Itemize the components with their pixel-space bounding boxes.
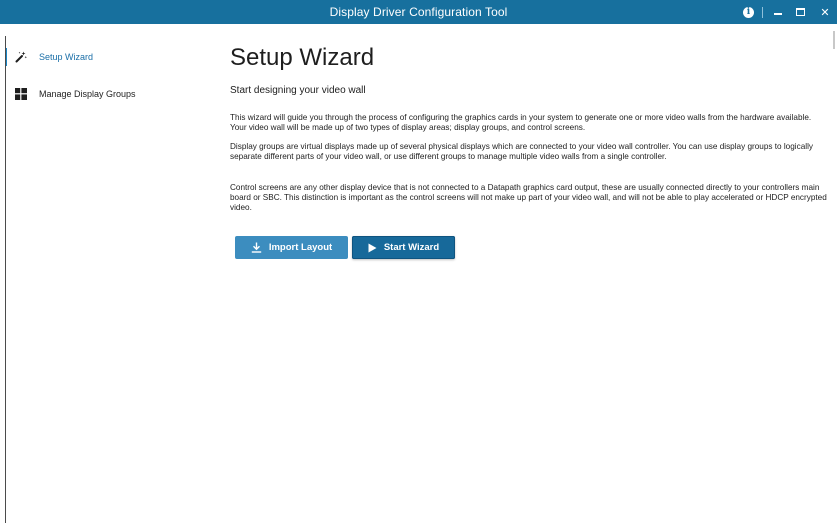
window-title: Display Driver Configuration Tool xyxy=(329,5,508,19)
minimize-icon xyxy=(774,13,782,15)
sidebar-item-manage-display-groups[interactable]: Manage Display Groups xyxy=(0,83,214,105)
start-wizard-button[interactable]: Start Wizard xyxy=(352,236,455,259)
info-icon[interactable]: i xyxy=(743,6,754,18)
close-button[interactable]: ✕ xyxy=(815,0,829,24)
download-icon xyxy=(251,242,262,253)
scrollbar-thumb[interactable] xyxy=(833,31,835,49)
control-screens-paragraph: Control screens are any other display de… xyxy=(230,183,827,212)
play-icon xyxy=(368,243,377,253)
title-bar: Display Driver Configuration Tool i ✕ xyxy=(0,0,837,24)
intro-paragraph: This wizard will guide you through the p… xyxy=(230,113,812,132)
start-wizard-label: Start Wizard xyxy=(383,242,440,253)
controls-divider xyxy=(762,6,763,18)
close-icon: ✕ xyxy=(820,6,830,19)
display-groups-paragraph: Display groups are virtual displays made… xyxy=(230,142,813,161)
grid-icon xyxy=(15,88,27,100)
import-layout-label: Import Layout xyxy=(268,242,333,253)
window-controls: i ✕ xyxy=(743,0,837,24)
maximize-button[interactable] xyxy=(793,0,807,24)
sidebar: Setup Wizard Manage Display Groups xyxy=(0,24,214,523)
minimize-button[interactable] xyxy=(771,0,785,24)
import-layout-button[interactable]: Import Layout xyxy=(235,236,348,259)
page-title: Setup Wizard xyxy=(230,44,375,71)
left-border xyxy=(5,36,6,523)
page-subtitle: Start designing your video wall xyxy=(230,85,366,96)
magic-wand-icon xyxy=(15,51,27,63)
sidebar-item-label: Manage Display Groups xyxy=(39,89,136,99)
sidebar-item-label: Setup Wizard xyxy=(39,52,94,62)
maximize-icon xyxy=(795,8,805,16)
sidebar-item-setup-wizard[interactable]: Setup Wizard xyxy=(0,46,214,68)
app-window: Display Driver Configuration Tool i ✕ Se… xyxy=(0,0,837,523)
